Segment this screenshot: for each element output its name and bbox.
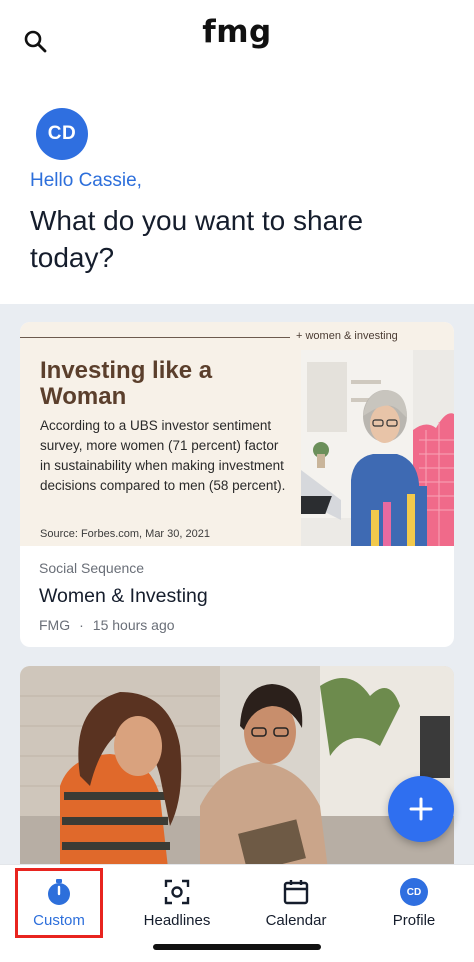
card-author: FMG — [39, 617, 71, 633]
divider — [20, 337, 290, 338]
tab-calendar[interactable]: Calendar — [241, 865, 351, 943]
tab-profile-label: Profile — [392, 912, 436, 929]
preview-tag: + women & investing — [296, 330, 398, 342]
preview-body: According to a UBS investor sentiment su… — [40, 418, 286, 493]
greeting-section: CD Hello Cassie, What do you want to sha… — [0, 84, 474, 304]
tab-headlines-label: Headlines — [143, 912, 211, 929]
plus-icon — [409, 797, 433, 821]
tab-headlines[interactable]: Headlines — [122, 865, 232, 943]
greeting-text: Hello Cassie, — [30, 170, 142, 191]
mother-daughter-photo — [20, 666, 454, 864]
app-logo: fmg — [202, 14, 272, 50]
add-content-button[interactable] — [388, 776, 454, 842]
content-card[interactable]: + women & investing Investing like a Wom… — [20, 322, 454, 647]
card-title[interactable]: Women & Investing — [39, 585, 208, 608]
avatar[interactable]: CD — [36, 108, 88, 160]
scan-icon — [164, 879, 190, 905]
woman-at-laptop-photo — [301, 350, 454, 546]
card-type-label: Social Sequence — [39, 560, 145, 576]
top-bar: fmg — [0, 0, 474, 84]
calendar-icon — [283, 880, 309, 905]
home-indicator — [153, 944, 321, 950]
card-timestamp: 15 hours ago — [92, 617, 175, 633]
avatar: CD — [400, 878, 428, 906]
separator-dot: · — [79, 617, 84, 633]
tab-profile[interactable]: CD Profile — [359, 865, 469, 943]
content-card[interactable] — [20, 666, 454, 864]
preview-source: Source: Forbes.com, Mar 30, 2021 — [40, 528, 210, 540]
page-title: What do you want to share today? — [30, 205, 364, 273]
tab-calendar-label: Calendar — [265, 912, 327, 929]
card-footer: FMG · 15 hours ago — [39, 617, 175, 633]
card-preview-image: + women & investing Investing like a Wom… — [20, 322, 454, 546]
active-tab-highlight — [15, 868, 103, 938]
preview-title: Investing like a Woman — [40, 357, 213, 410]
